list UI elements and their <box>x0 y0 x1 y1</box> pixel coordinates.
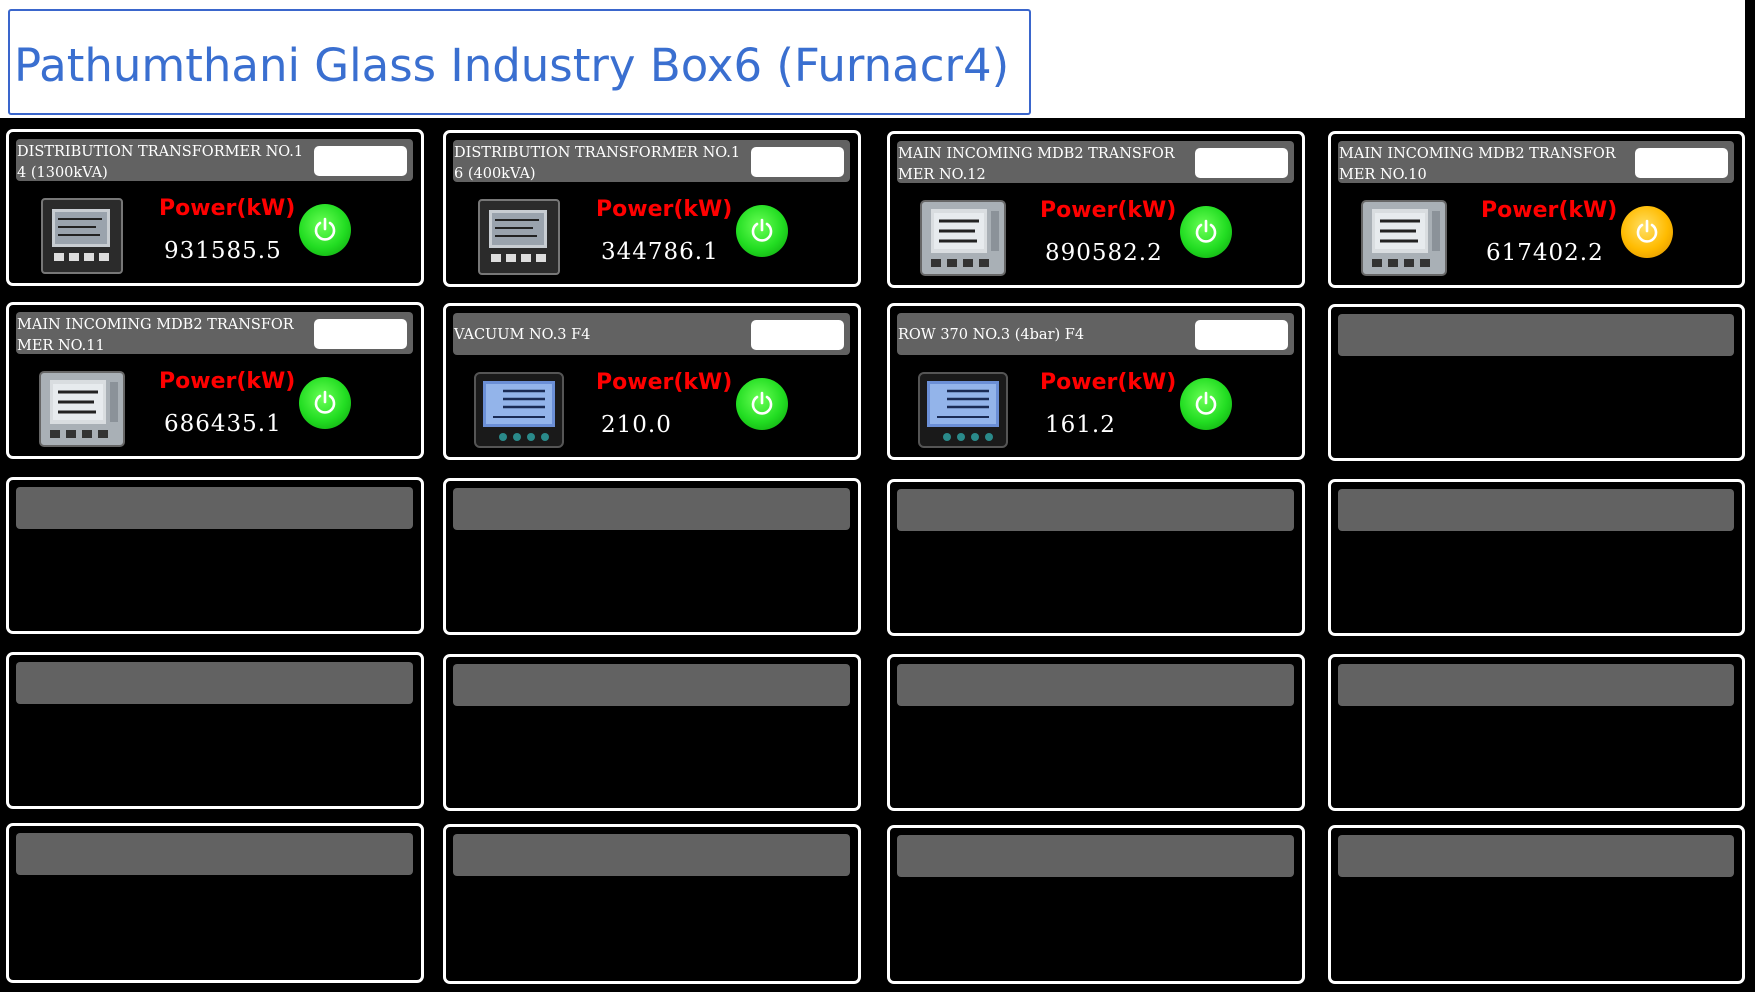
power-value: 931585.5 <box>164 238 282 264</box>
title-box: Pathumthani Glass Industry Box6 (Furnacr… <box>8 9 1031 115</box>
power-status-button[interactable] <box>1180 378 1232 430</box>
empty-panel <box>6 652 424 809</box>
panel-title: ROW 370 NO.3 (4bar) F4 <box>898 327 1085 343</box>
meter-panel-transformer-16[interactable]: DISTRIBUTION TRANSFORMER NO.16 (400kVA) … <box>443 130 861 287</box>
panel-header: MAIN INCOMING MDB2 TRANSFORMER NO.11 <box>16 312 413 354</box>
power-meter-icon <box>473 198 565 276</box>
meter-panel-transformer-14[interactable]: DISTRIBUTION TRANSFORMER NO.14 (1300kVA)… <box>6 129 424 286</box>
panel-title: MAIN INCOMING MDB2 TRANSFORMER NO.11 <box>17 317 294 354</box>
power-value: 686435.1 <box>164 411 282 437</box>
meter-panel-mdb2-transformer-10[interactable]: MAIN INCOMING MDB2 TRANSFORMER NO.10 Pow… <box>1328 131 1745 288</box>
power-meter-icon <box>917 371 1009 449</box>
power-status-button[interactable] <box>299 377 351 429</box>
panel-header <box>897 835 1294 877</box>
power-value: 617402.2 <box>1486 240 1604 266</box>
power-status-button[interactable] <box>299 204 351 256</box>
panel-status-box <box>1195 148 1288 178</box>
power-meter-icon <box>36 370 128 448</box>
power-value: 161.2 <box>1045 412 1116 438</box>
power-label: Power(kW) <box>1040 198 1177 223</box>
power-icon <box>1636 219 1658 243</box>
empty-panel <box>443 478 861 635</box>
meter-panel-row-370-3[interactable]: ROW 370 NO.3 (4bar) F4 Power(kW) 161.2 <box>887 303 1305 460</box>
power-icon <box>751 391 773 415</box>
empty-panel <box>887 654 1305 811</box>
power-value: 344786.1 <box>601 239 719 265</box>
panel-status-box <box>751 147 844 177</box>
panel-header <box>1338 664 1734 706</box>
empty-panel <box>887 825 1305 984</box>
panel-title: MAIN INCOMING MDB2 TRANSFORMER NO.12 <box>898 146 1175 183</box>
power-label: Power(kW) <box>596 197 733 222</box>
power-meter-icon <box>1358 199 1450 277</box>
panel-status-box <box>314 319 407 349</box>
panel-title: DISTRIBUTION TRANSFORMER NO.16 (400kVA) <box>454 145 741 182</box>
power-status-button[interactable] <box>1180 206 1232 258</box>
panel-header: MAIN INCOMING MDB2 TRANSFORMER NO.12 <box>897 141 1294 183</box>
panel-header <box>16 662 413 704</box>
panel-header <box>453 834 850 876</box>
power-status-button[interactable] <box>1621 206 1673 258</box>
power-meter-icon <box>36 197 128 275</box>
panel-status-box <box>1195 320 1288 350</box>
power-icon <box>314 390 336 414</box>
power-label: Power(kW) <box>159 196 296 221</box>
panel-header <box>453 664 850 706</box>
power-meter-icon <box>473 371 565 449</box>
panel-header <box>16 833 413 875</box>
empty-panel <box>443 654 861 811</box>
panel-header <box>1338 314 1734 356</box>
power-status-button[interactable] <box>736 205 788 257</box>
empty-panel <box>443 824 861 984</box>
panel-header <box>1338 835 1734 877</box>
panel-header: VACUUM NO.3 F4 <box>453 313 850 355</box>
panel-header <box>16 487 413 529</box>
panel-header: MAIN INCOMING MDB2 TRANSFORMER NO.10 <box>1338 141 1734 183</box>
panel-status-box <box>1635 148 1728 178</box>
power-meter-icon <box>917 199 1009 277</box>
panel-header <box>453 488 850 530</box>
panel-title: VACUUM NO.3 F4 <box>454 327 591 343</box>
panel-header: ROW 370 NO.3 (4bar) F4 <box>897 313 1294 355</box>
empty-panel <box>6 823 424 983</box>
panel-header <box>897 489 1294 531</box>
panel-status-box <box>314 146 407 176</box>
meter-panel-vacuum-3[interactable]: VACUUM NO.3 F4 Power(kW) 210.0 <box>443 303 861 460</box>
power-label: Power(kW) <box>596 370 733 395</box>
empty-panel <box>6 477 424 634</box>
meter-panel-mdb2-transformer-11[interactable]: MAIN INCOMING MDB2 TRANSFORMER NO.11 Pow… <box>6 302 424 459</box>
panel-header: DISTRIBUTION TRANSFORMER NO.16 (400kVA) <box>453 140 850 182</box>
power-label: Power(kW) <box>1481 198 1618 223</box>
power-label: Power(kW) <box>159 369 296 394</box>
power-value: 890582.2 <box>1045 240 1163 266</box>
empty-panel <box>1328 304 1745 461</box>
power-icon <box>1195 219 1217 243</box>
power-label: Power(kW) <box>1040 370 1177 395</box>
panel-title: DISTRIBUTION TRANSFORMER NO.14 (1300kVA) <box>17 144 304 181</box>
power-icon <box>751 218 773 242</box>
meter-panel-mdb2-transformer-12[interactable]: MAIN INCOMING MDB2 TRANSFORMER NO.12 Pow… <box>887 131 1305 288</box>
empty-panel <box>1328 825 1745 984</box>
power-icon <box>1195 391 1217 415</box>
page-title: Pathumthani Glass Industry Box6 (Furnacr… <box>14 39 1010 92</box>
power-status-button[interactable] <box>736 378 788 430</box>
panel-header <box>1338 489 1734 531</box>
panel-header <box>897 664 1294 706</box>
panel-status-box <box>751 320 844 350</box>
header-bar: Pathumthani Glass Industry Box6 (Furnacr… <box>0 0 1745 118</box>
panel-header: DISTRIBUTION TRANSFORMER NO.14 (1300kVA) <box>16 139 413 181</box>
empty-panel <box>887 479 1305 636</box>
power-value: 210.0 <box>601 412 672 438</box>
empty-panel <box>1328 654 1745 811</box>
power-icon <box>314 217 336 241</box>
empty-panel <box>1328 479 1745 636</box>
panel-title: MAIN INCOMING MDB2 TRANSFORMER NO.10 <box>1339 146 1616 183</box>
